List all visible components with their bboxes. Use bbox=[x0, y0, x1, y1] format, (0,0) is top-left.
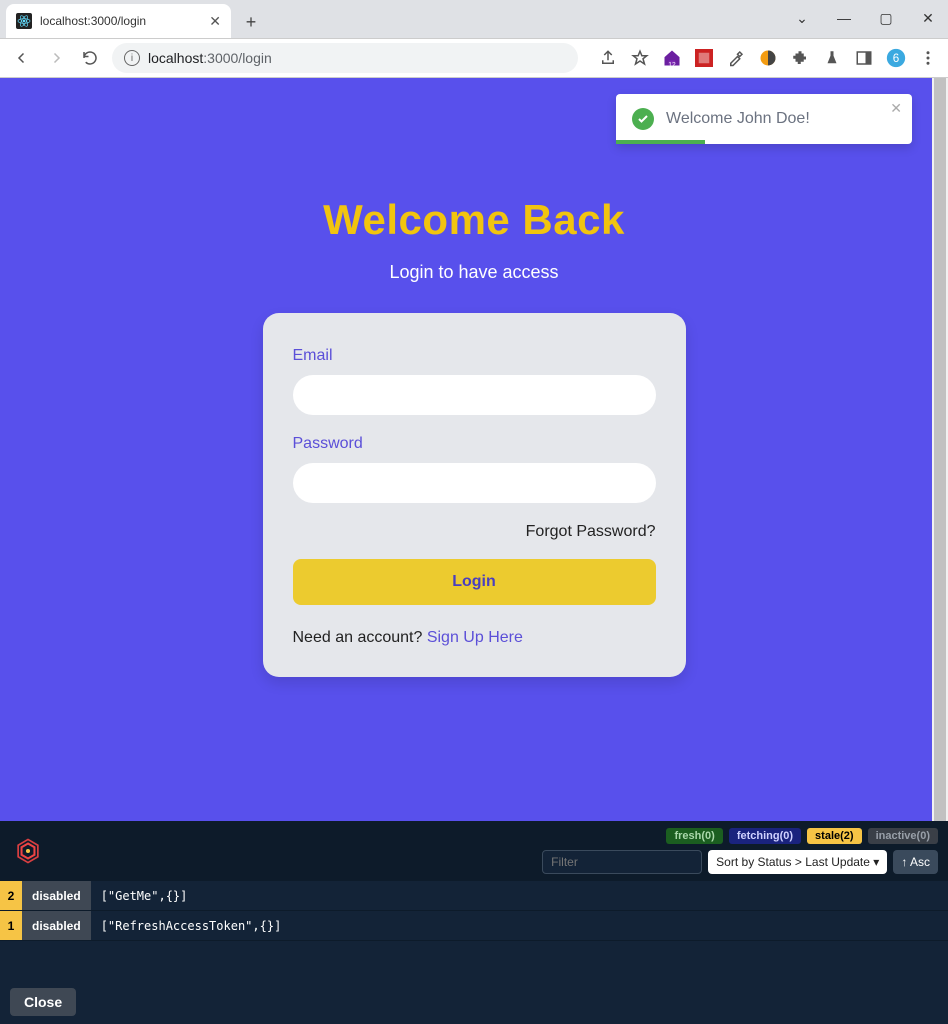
query-state: disabled bbox=[22, 881, 91, 910]
reload-button[interactable] bbox=[78, 46, 102, 70]
ext-house-icon[interactable]: 12 bbox=[662, 48, 682, 68]
login-card: Email Password Forgot Password? Login Ne… bbox=[263, 313, 686, 677]
status-pills: fresh(0) fetching(0) stale(2) inactive(0… bbox=[666, 828, 938, 844]
close-window-icon[interactable]: ✕ bbox=[914, 6, 942, 30]
caret-down-icon: ▾ bbox=[873, 855, 879, 869]
extensions-icon[interactable] bbox=[790, 48, 810, 68]
devtools-close-button[interactable]: Close bbox=[10, 988, 76, 1016]
devtools-panel: fresh(0) fetching(0) stale(2) inactive(0… bbox=[0, 821, 948, 1024]
labs-icon[interactable] bbox=[822, 48, 842, 68]
login-section: Welcome Back Login to have access Email … bbox=[0, 78, 948, 677]
filter-input[interactable] bbox=[542, 850, 702, 874]
query-count: 2 bbox=[0, 881, 22, 910]
toast-message: Welcome John Doe! bbox=[666, 110, 896, 128]
query-state: disabled bbox=[22, 911, 91, 940]
page-content: Welcome John Doe! ✕ Welcome Back Login t… bbox=[0, 78, 948, 821]
devtools-footer: Close bbox=[0, 980, 948, 1024]
tab-title: localhost:3000/login bbox=[40, 14, 201, 28]
query-row[interactable]: 2 disabled ["GetMe",{}] bbox=[0, 881, 948, 911]
chevron-down-icon[interactable]: ⌄ bbox=[788, 6, 816, 30]
toolbar-icons: 12 6 bbox=[598, 48, 938, 68]
email-label: Email bbox=[293, 347, 656, 365]
react-query-logo-icon bbox=[10, 833, 46, 869]
scrollbar[interactable] bbox=[932, 78, 948, 821]
pill-stale[interactable]: stale(2) bbox=[807, 828, 862, 844]
ext-orange-icon[interactable] bbox=[758, 48, 778, 68]
pill-fetching[interactable]: fetching(0) bbox=[729, 828, 801, 844]
back-button[interactable] bbox=[10, 46, 34, 70]
page-subtitle: Login to have access bbox=[389, 262, 558, 283]
query-key: ["RefreshAccessToken",{}] bbox=[101, 919, 282, 933]
react-favicon bbox=[16, 13, 32, 29]
svg-text:6: 6 bbox=[893, 52, 899, 65]
share-icon[interactable] bbox=[598, 48, 618, 68]
minimize-icon[interactable]: — bbox=[830, 6, 858, 30]
sort-button[interactable]: Sort by Status > Last Update ▾ bbox=[708, 850, 887, 874]
address-bar: i localhost:3000/login 12 6 bbox=[0, 38, 948, 78]
window-controls: ⌄ — ▢ ✕ bbox=[788, 6, 942, 30]
devtools-header: fresh(0) fetching(0) stale(2) inactive(0… bbox=[0, 821, 948, 881]
query-list: 2 disabled ["GetMe",{}] 1 disabled ["Ref… bbox=[0, 881, 948, 980]
site-info-icon[interactable]: i bbox=[124, 50, 140, 66]
query-key: ["GetMe",{}] bbox=[101, 889, 188, 903]
svg-text:12: 12 bbox=[668, 61, 676, 68]
scrollbar-thumb[interactable] bbox=[934, 78, 946, 821]
pill-inactive[interactable]: inactive(0) bbox=[868, 828, 938, 844]
star-icon[interactable] bbox=[630, 48, 650, 68]
toast-notification: Welcome John Doe! ✕ bbox=[616, 94, 912, 144]
query-count: 1 bbox=[0, 911, 22, 940]
devtools-filters: Sort by Status > Last Update ▾ ↑ Asc bbox=[542, 850, 938, 874]
check-circle-icon bbox=[632, 108, 654, 130]
ext-red-icon[interactable] bbox=[694, 48, 714, 68]
browser-chrome: localhost:3000/login ✕ + ⌄ — ▢ ✕ i local… bbox=[0, 0, 948, 78]
asc-button[interactable]: ↑ Asc bbox=[893, 850, 938, 874]
new-tab-button[interactable]: + bbox=[237, 8, 265, 36]
kebab-menu-icon[interactable] bbox=[918, 48, 938, 68]
toast-close-icon[interactable]: ✕ bbox=[890, 100, 902, 117]
omnibox[interactable]: i localhost:3000/login bbox=[112, 43, 578, 73]
page-title: Welcome Back bbox=[323, 196, 625, 244]
signup-link[interactable]: Sign Up Here bbox=[427, 629, 523, 646]
url-text: localhost:3000/login bbox=[148, 50, 272, 66]
signup-text: Need an account? bbox=[293, 629, 427, 646]
browser-tab[interactable]: localhost:3000/login ✕ bbox=[6, 4, 231, 38]
login-button[interactable]: Login bbox=[293, 559, 656, 605]
profile-avatar-icon[interactable]: 6 bbox=[886, 48, 906, 68]
forward-button[interactable] bbox=[44, 46, 68, 70]
password-field[interactable] bbox=[293, 463, 656, 503]
pill-fresh[interactable]: fresh(0) bbox=[666, 828, 722, 844]
email-field[interactable] bbox=[293, 375, 656, 415]
tab-close-icon[interactable]: ✕ bbox=[209, 13, 221, 30]
maximize-icon[interactable]: ▢ bbox=[872, 6, 900, 30]
side-panel-icon[interactable] bbox=[854, 48, 874, 68]
query-row[interactable]: 1 disabled ["RefreshAccessToken",{}] bbox=[0, 911, 948, 941]
forgot-password-link[interactable]: Forgot Password? bbox=[293, 523, 656, 541]
toast-progress-bar bbox=[616, 140, 705, 144]
eyedropper-icon[interactable] bbox=[726, 48, 746, 68]
signup-prompt: Need an account? Sign Up Here bbox=[293, 629, 656, 647]
password-label: Password bbox=[293, 435, 656, 453]
